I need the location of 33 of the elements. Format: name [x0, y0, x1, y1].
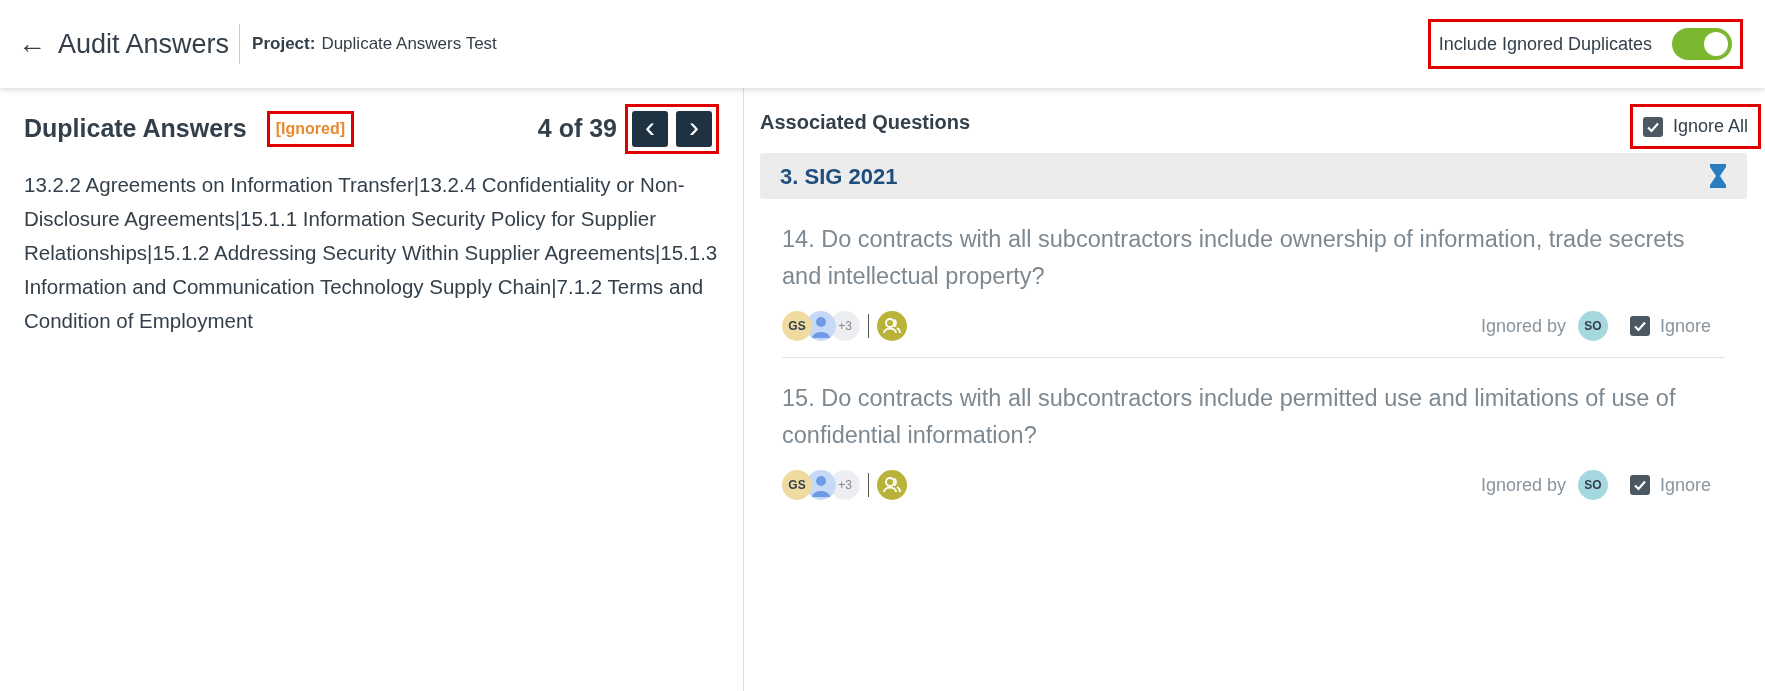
avatar: GS: [782, 311, 812, 341]
page-title: Audit Answers: [58, 23, 241, 65]
group-title: 3. SIG 2021: [780, 162, 898, 191]
check-icon: [1632, 478, 1647, 492]
avatar: GS: [782, 470, 812, 500]
answer-counter: 4 of 39: [537, 113, 617, 145]
ignore-checkbox[interactable]: [1629, 475, 1650, 495]
toggle-label: Include Ignored Duplicates: [1438, 32, 1652, 56]
section-title: Duplicate Answers: [24, 113, 247, 145]
checkbox-label: Ignore: [1659, 314, 1711, 338]
question-text: 15. Do contracts with all subcontractors include permitted use and limitations of use of confidential information?: [782, 384, 1677, 450]
answer-text: 13.2.2 Agreements on Information Transfer|13.2.4 Confidentiality or Non-Disclosure Agreements|15.1.1 Information Security Policy for Supplier Relationships|15.1.2 Addressing Security Within Supplier Agreements|15.1.3 Information and Communication Technology Supply Chain|7.1.2 Terms and Condition of Employment: [24, 172, 719, 334]
section-title: Associated Questions: [760, 110, 971, 135]
ignored-by-label: Ignored by: [1480, 473, 1566, 497]
question-text: 14. Do contracts with all subcontractors include ownership of information, trade secrets and intellectual property?: [782, 225, 1686, 291]
back-button[interactable]: ←: [18, 23, 46, 65]
user-avatar-icon: [806, 470, 836, 500]
project-name: Duplicate Answers Test: [321, 33, 497, 56]
user-avatar-icon: [806, 311, 836, 341]
ignore-all-checkbox[interactable]: [1642, 116, 1663, 137]
next-button[interactable]: ›: [676, 111, 712, 147]
check-icon: [1632, 319, 1647, 333]
project-label: Project:: [252, 33, 316, 56]
toggle-switch[interactable]: [1672, 28, 1732, 60]
checkbox-label: Ignore All: [1672, 115, 1748, 138]
ignored-by-label: Ignored by: [1480, 314, 1566, 338]
hourglass-icon: [1709, 164, 1727, 188]
checkbox-label: Ignore: [1659, 473, 1711, 497]
avatar: SO: [1577, 311, 1608, 341]
avatar: SO: [1577, 470, 1608, 500]
status-tag: [Ignored]: [275, 120, 346, 137]
ignore-checkbox[interactable]: [1629, 316, 1650, 336]
previous-button[interactable]: ‹: [632, 111, 668, 147]
